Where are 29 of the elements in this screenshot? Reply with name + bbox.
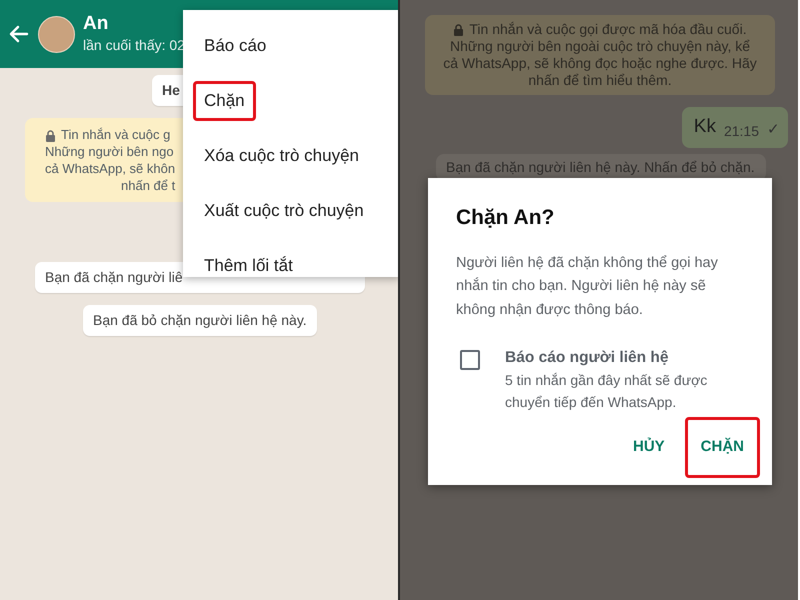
avatar[interactable]	[38, 16, 75, 52]
dialog-title: Chặn An?	[456, 205, 556, 231]
dialog-button[interactable]: HỦY	[616, 417, 681, 478]
contact-name: An	[83, 14, 110, 35]
notice-text: cả WhatsApp, sẽ khôn	[45, 161, 176, 176]
notice-text: nhấn để t	[121, 178, 176, 193]
checkbox[interactable]	[460, 350, 480, 370]
system-message: Bạn đã bỏ chặn người liên hệ này.	[83, 305, 317, 336]
notice-text: cả WhatsApp, sẽ không đọc hoặc nghe được. Hãy	[443, 55, 757, 71]
lock-icon	[453, 24, 464, 36]
menu-item[interactable]: Chặn	[193, 81, 256, 122]
message-time: 21:15	[724, 122, 759, 140]
notice-text: Những người bên ngoài cuộc trò chuyện này, kể	[450, 38, 750, 54]
notice-text: nhấn để tìm hiểu thêm.	[528, 72, 672, 88]
menu-item[interactable]: Xóa cuộc trò chuyện	[193, 136, 370, 176]
back-icon[interactable]	[8, 25, 30, 43]
outgoing-message[interactable]: Kk 21:15 ✓	[682, 107, 788, 148]
message-text: Kk	[694, 115, 716, 139]
checkbox-description: 5 tin nhắn gần đây nhất sẽ được chuyển tiếp đến WhatsApp.	[505, 371, 708, 412]
dialog-button[interactable]: CHẶN	[684, 417, 760, 478]
notice-text: Tin nhắn và cuộc g	[61, 127, 170, 142]
notice-text: Những người bên ngo	[45, 144, 174, 159]
checkbox-label: Báo cáo người liên hệ	[505, 348, 670, 368]
lock-icon	[45, 130, 56, 142]
tick-mark: ✓	[767, 120, 780, 140]
menu-item[interactable]: Báo cáo	[193, 26, 278, 66]
notice-text: Tin nhắn và cuộc gọi được mã hóa đầu cuối.	[469, 21, 747, 37]
menu-item[interactable]: Xuất cuộc trò chuyện	[193, 191, 375, 232]
dialog-message: Người liên hệ đã chặn không thể gọi hay nhắn tin cho bạn. Người liên hệ này sẽ không nhận được thông báo.	[456, 254, 719, 320]
